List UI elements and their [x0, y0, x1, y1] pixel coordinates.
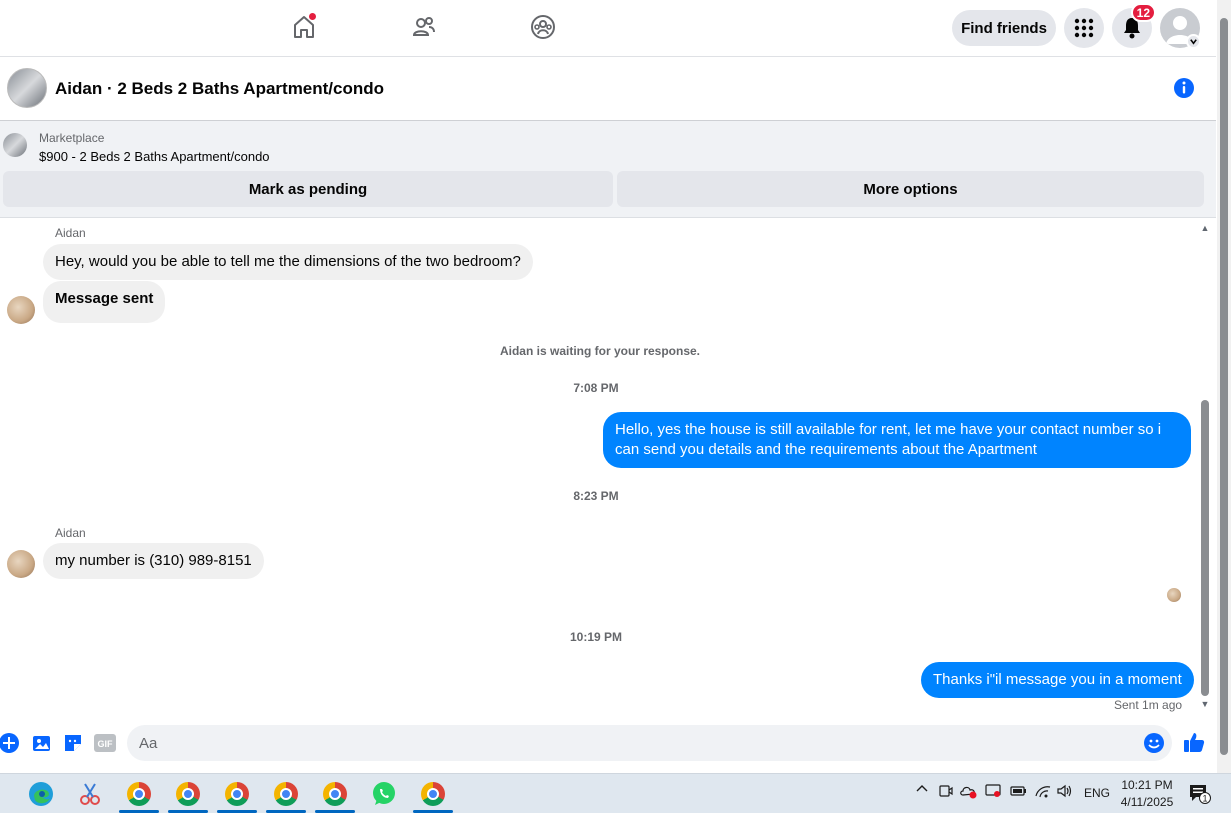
bell-icon[interactable]: 12 [1112, 3, 1156, 48]
marketplace-label: Marketplace [39, 131, 105, 145]
marketplace-banner: Marketplace $900 - 2 Beds 2 Baths Apartm… [0, 121, 1216, 218]
notification-count: 1 [1202, 794, 1207, 804]
groups-icon[interactable] [528, 12, 558, 42]
chat-title[interactable]: Aidan · 2 Beds 2 Baths Apartment/condo [55, 79, 384, 99]
page-scroll-thumb[interactable] [1220, 18, 1228, 755]
edge-icon[interactable] [21, 778, 61, 810]
notification-center-icon[interactable]: 1 [1188, 783, 1212, 808]
more-options-button[interactable]: More options [617, 171, 1204, 207]
chrome-icon[interactable] [315, 778, 355, 813]
message-thread: Aidan Hey, would you be able to tell me … [0, 218, 1216, 718]
listing-thumbnail[interactable] [7, 68, 47, 108]
chat-header: Aidan · 2 Beds 2 Baths Apartment/condo [0, 57, 1216, 121]
whatsapp-icon[interactable] [364, 778, 404, 810]
mark-as-pending-button[interactable]: Mark as pending [3, 171, 613, 207]
home-icon[interactable] [289, 12, 319, 42]
plus-icon[interactable] [0, 732, 20, 754]
chrome-icon[interactable] [266, 778, 306, 813]
info-icon[interactable] [1173, 77, 1195, 99]
screen-icon[interactable] [985, 783, 1001, 802]
battery-icon[interactable] [1009, 783, 1027, 802]
message-input[interactable] [127, 725, 1172, 761]
volume-icon[interactable] [1056, 783, 1074, 802]
sticker-icon[interactable] [62, 732, 84, 754]
outgoing-message[interactable]: Thanks i"il message you in a moment [921, 662, 1194, 698]
timestamp: 8:23 PM [573, 489, 619, 503]
incoming-message[interactable]: my number is (310) 989-8151 [43, 543, 264, 579]
waiting-status: Aidan is waiting for your response. [499, 344, 701, 358]
clock[interactable]: 10:21 PM 4/11/2025 [1112, 777, 1182, 811]
language-indicator[interactable]: ENG [1084, 786, 1110, 800]
chrome-icon[interactable] [168, 778, 208, 813]
sender-avatar[interactable] [7, 296, 35, 324]
read-receipt-avatar [1167, 588, 1181, 602]
photo-icon[interactable] [31, 732, 53, 754]
top-navigation: Find friends 12 [0, 0, 1216, 57]
taskbar: ENG 10:21 PM 4/11/2025 1 [0, 773, 1231, 813]
listing-price[interactable]: $900 - 2 Beds 2 Baths Apartment/condo [39, 149, 270, 164]
find-friends-button[interactable]: Find friends [952, 10, 1056, 46]
clock-time: 10:21 PM [1121, 778, 1173, 792]
meet-icon[interactable] [938, 783, 954, 802]
gif-label: GIF [98, 739, 114, 749]
like-icon[interactable] [1182, 730, 1206, 754]
chevron-down-icon[interactable] [1186, 34, 1201, 49]
emoji-icon[interactable] [1143, 732, 1165, 754]
sender-name: Aidan [55, 526, 86, 540]
home-notification-dot [308, 12, 317, 21]
scroll-down-arrow[interactable]: ▼ [1200, 700, 1210, 709]
chrome-icon[interactable] [119, 778, 159, 813]
message-scrollbar[interactable]: ▲ ▼ [1198, 224, 1212, 709]
clock-date: 4/11/2025 [1120, 795, 1174, 809]
friends-icon[interactable] [409, 12, 439, 42]
scroll-thumb[interactable] [1201, 400, 1209, 696]
sender-avatar[interactable] [7, 550, 35, 578]
page-scrollbar[interactable] [1217, 0, 1231, 773]
wifi-icon[interactable] [1034, 783, 1052, 802]
chrome-icon[interactable] [217, 778, 257, 813]
timestamp: 10:19 PM [569, 630, 623, 644]
sent-status: Sent 1m ago [1114, 698, 1183, 712]
timestamp: 7:08 PM [573, 381, 619, 395]
chevron-up-icon[interactable] [915, 782, 929, 799]
incoming-message[interactable]: Message sent [43, 281, 166, 323]
gif-icon[interactable]: GIF [93, 732, 117, 754]
snipping-icon[interactable] [70, 778, 110, 810]
scroll-up-arrow[interactable]: ▲ [1200, 224, 1210, 233]
onedrive-icon[interactable] [960, 783, 978, 802]
message-composer: GIF [0, 718, 1216, 773]
incoming-message[interactable]: Hey, would you be able to tell me the di… [43, 244, 533, 280]
marketplace-thumbnail [3, 133, 27, 157]
sender-name: Aidan [55, 226, 86, 240]
chrome-icon[interactable] [413, 778, 453, 813]
grid-menu-icon[interactable] [1064, 8, 1104, 48]
notification-badge: 12 [1130, 3, 1156, 22]
outgoing-message[interactable]: Hello, yes the house is still available … [603, 412, 1191, 468]
